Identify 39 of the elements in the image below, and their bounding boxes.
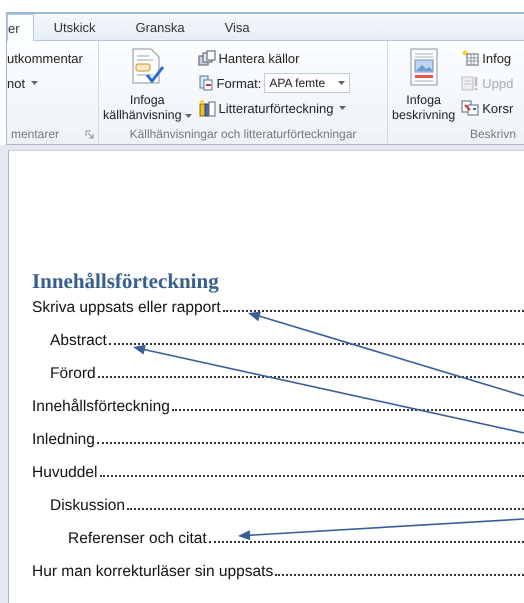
toc-entry[interactable]: Diskussion — [50, 497, 125, 515]
toc-entry[interactable]: Skriva uppsats eller rapport — [32, 299, 221, 317]
toc-heading: Innehållsförteckning — [32, 269, 220, 294]
linked-pages-icon — [461, 100, 480, 116]
toc-entry[interactable]: Huvuddel — [32, 464, 98, 482]
ribbon-button[interactable]: Hantera källor — [198, 47, 350, 69]
toc-entry[interactable]: Referenser och citat — [68, 530, 207, 548]
ribbon-tab[interactable]: er — [7, 14, 34, 41]
ribbon-group-label: mentarer — [11, 127, 60, 141]
document-icon — [198, 75, 214, 91]
ribbon-large-button[interactable]: Infoga beskrivning — [390, 45, 458, 124]
table-icon — [461, 50, 480, 66]
picture-document-icon — [408, 47, 440, 87]
ribbon-tab[interactable]: Granska — [115, 14, 205, 40]
toc-entry[interactable]: Hur man korrekturläser sin uppsats — [32, 563, 274, 581]
ribbon-button[interactable]: Litteraturförteckning — [198, 97, 350, 119]
caret-icon — [339, 106, 346, 110]
caret-icon — [338, 81, 346, 85]
toc-entry[interactable]: Inledning — [32, 431, 95, 449]
ribbon-button[interactable]: utkommentar — [7, 47, 83, 69]
toc-entry[interactable]: Abstract — [50, 332, 107, 350]
ribbon-button[interactable]: not — [7, 72, 83, 94]
style-dropdown[interactable]: APA femte — [264, 73, 350, 93]
books-icon — [198, 50, 216, 66]
ribbon-button[interactable]: Korsr — [461, 97, 514, 119]
ribbon-tab[interactable]: Visa — [204, 14, 270, 40]
toc-entry[interactable]: Förord — [50, 365, 96, 383]
ribbon-group-label: Källhänvisningar och litteraturförteckningar — [130, 127, 356, 141]
ribbon-large-button[interactable]: Infoga källhänvisning — [101, 45, 194, 124]
ribbon-button[interactable]: Infog — [461, 47, 514, 69]
format-label: Format: — [216, 76, 262, 90]
dialog-launcher-icon[interactable] — [85, 130, 94, 138]
bookshelf-icon — [198, 99, 216, 117]
ribbon-group-label: Beskrivn — [470, 127, 516, 141]
caret-icon — [184, 114, 192, 118]
caret-icon — [31, 81, 38, 85]
toc-entry[interactable]: Innehållsförteckning — [32, 398, 170, 416]
ribbon-tab[interactable]: Utskick — [34, 14, 116, 40]
document-exclamation-icon — [461, 75, 480, 91]
